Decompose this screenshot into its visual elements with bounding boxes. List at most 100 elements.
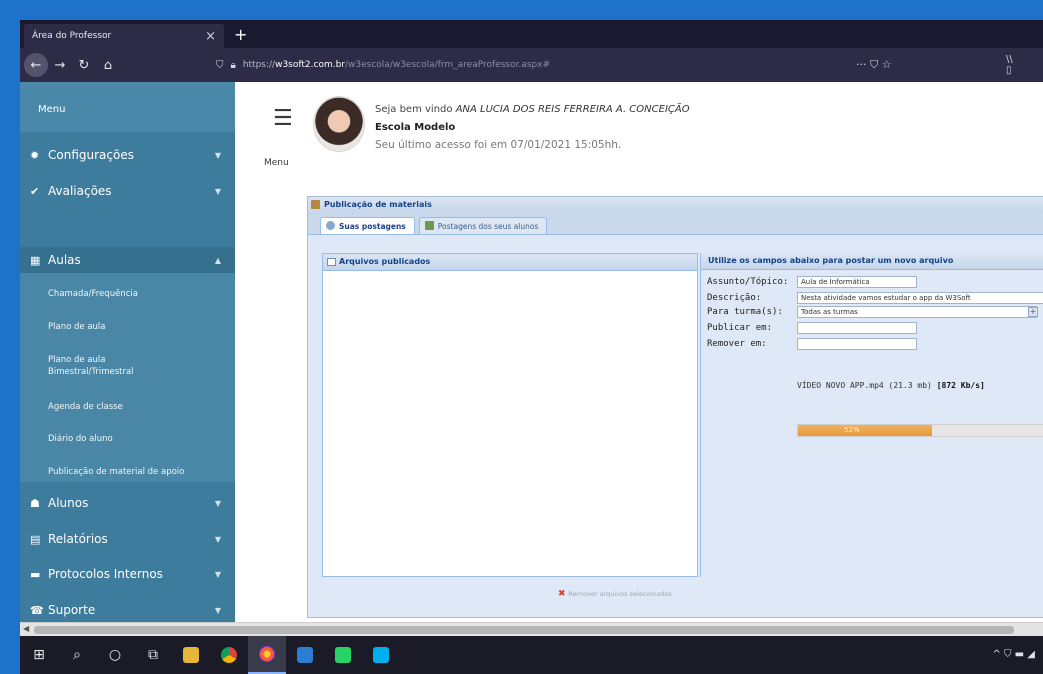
submenu-item-publicacao[interactable]: Publicação de material de apoio — [48, 466, 184, 478]
chevron-down-icon: ▼ — [214, 569, 221, 579]
tab-label: Postagens dos seus alunos — [437, 222, 539, 231]
sidebar-item-avaliacoes[interactable]: ✔ Avaliações ▼ — [20, 178, 235, 204]
materials-panel: Publicação de materiais Suas postagens P… — [307, 196, 1043, 618]
chevron-down-icon: ▼ — [214, 186, 221, 196]
page-actions-icon[interactable]: ··· ⛉ ☆ — [856, 58, 892, 72]
shield-icon: ⛉ — [216, 59, 224, 71]
home-icon[interactable]: ⌂ — [96, 53, 120, 77]
upload-progress-text: 52% — [844, 426, 860, 434]
sidebar-menu-title: Menu — [20, 82, 235, 132]
tab-close-icon[interactable]: × — [205, 29, 216, 44]
tab-label: Suas postagens — [339, 222, 406, 231]
tab-suas-postagens[interactable]: Suas postagens — [320, 217, 415, 234]
lock-icon: 🔒︎ — [230, 59, 236, 71]
sidebar-item-suporte[interactable]: ☎ Suporte ▼ — [20, 597, 235, 623]
sidebar-item-label: Suporte — [48, 603, 96, 617]
panel-title-text: Publicação de materiais — [324, 200, 432, 209]
select-all-checkbox[interactable] — [327, 258, 336, 266]
file-explorer-icon[interactable] — [172, 636, 210, 674]
add-icon[interactable]: + — [1028, 307, 1038, 317]
submenu-item-chamada[interactable]: Chamada/Frequência — [48, 288, 138, 300]
school-name: Escola Modelo — [375, 122, 456, 133]
gear-icon: ✹ — [30, 148, 40, 162]
main-content: ☰ Menu Seja bem vindo ANA LUCIA DOS REIS… — [235, 82, 1043, 642]
submenu-item-plano-bimestral[interactable]: Plano de aula Bimestral/Trimestral — [48, 354, 168, 378]
hamburger-menu-icon[interactable]: ☰ — [273, 106, 293, 131]
upload-progress-bar: 52% — [797, 424, 1043, 437]
publish-date-input[interactable] — [797, 322, 917, 334]
url-bar[interactable]: ⛉ 🔒︎ https:// w3soft2.com.br /w3escola/w… — [216, 53, 1016, 77]
submenu-item-agenda[interactable]: Agenda de classe — [48, 401, 123, 413]
horizontal-scrollbar[interactable]: ◀ — [20, 622, 1043, 636]
windows-taskbar: ⊞ ⌕ ○ ⧉ ^ ⛉ ▬ ◢ — [20, 636, 1043, 674]
published-files-list[interactable]: Arquivos publicados — [322, 253, 698, 577]
system-tray-icon[interactable]: ^ ⛉ ▬ ◢ — [992, 649, 1035, 660]
submenu-item-plano-de-aula[interactable]: Plano de aula — [48, 321, 105, 333]
firefox-icon[interactable] — [248, 636, 286, 674]
folder-icon — [311, 200, 320, 209]
publish-row: Publicar em: — [707, 321, 917, 335]
task-view-icon[interactable]: ⧉ — [134, 636, 172, 674]
delete-icon: ✖ — [558, 589, 566, 599]
check-icon: ✔ — [30, 184, 40, 198]
subject-label: Assunto/Tópico: — [707, 277, 789, 287]
url-prefix: https:// — [242, 60, 276, 70]
sidebar-item-alunos[interactable]: ☗ Alunos ▼ — [20, 490, 235, 516]
aulas-submenu: Chamada/Frequência Plano de aula Plano d… — [20, 273, 235, 482]
phone-app-icon[interactable] — [324, 636, 362, 674]
upload-progress-fill: 52% — [798, 425, 932, 436]
screen: Área do Professor × + ← → ↻ ⌂ ⛉ 🔒︎ https… — [20, 20, 1043, 674]
sidebar-item-label: Alunos — [48, 496, 89, 510]
chevron-down-icon: ▼ — [214, 498, 221, 508]
submenu-item-diario[interactable]: Diário do aluno — [48, 433, 113, 445]
forward-icon[interactable]: → — [48, 53, 72, 77]
upload-file-info: VÍDEO NOVO APP.mp4 (21.3 mb) [872 Kb/s] — [797, 381, 985, 390]
panel-tabs: Suas postagens Postagens dos seus alunos — [308, 214, 1043, 234]
publish-label: Publicar em: — [707, 323, 773, 333]
chat-icon: ▬ — [30, 567, 41, 581]
new-file-form: Utilize os campos abaixo para postar um … — [700, 253, 1043, 577]
sidebar-item-label: Relatórios — [48, 532, 108, 546]
avatar — [313, 96, 365, 152]
subject-input[interactable]: Aula de Informática — [797, 276, 917, 288]
sidebar-item-protocolos[interactable]: ▬ Protocolos Internos ▼ — [20, 561, 235, 587]
classes-row: Para turma(s): Todas as turmas + — [707, 305, 1038, 319]
classes-select[interactable]: Todas as turmas + — [797, 306, 1038, 318]
upload-file-name: VÍDEO NOVO APP.mp4 (21.3 mb) — [797, 381, 932, 390]
tab-postagens-alunos[interactable]: Postagens dos seus alunos — [418, 217, 548, 234]
app-icon[interactable] — [286, 636, 324, 674]
back-icon[interactable]: ← — [24, 53, 48, 77]
browser-tab[interactable]: Área do Professor × — [24, 24, 224, 48]
chevron-down-icon: ▼ — [214, 605, 221, 615]
scroll-left-icon[interactable]: ◀ — [23, 624, 29, 633]
url-path: /w3escola/w3escola/frm_areaProfessor.asp… — [345, 60, 551, 70]
library-icon[interactable]: \\ ▯ — [1006, 54, 1016, 76]
sidebar-item-configuracoes[interactable]: ✹ Configurações ▼ — [20, 142, 235, 168]
chevron-up-icon: ▲ — [214, 255, 221, 265]
windows-icon[interactable]: ⊞ — [20, 636, 58, 674]
sidebar-item-label: Configurações — [48, 148, 134, 162]
sidebar-item-aulas[interactable]: ▦ Aulas ▲ — [20, 247, 235, 273]
student-icon: ☗ — [30, 496, 40, 510]
tab-title: Área do Professor — [32, 31, 112, 41]
user-icon — [326, 221, 335, 230]
subject-row: Assunto/Tópico: Aula de Informática — [707, 275, 917, 289]
browser-nav-bar: ← → ↻ ⌂ ⛉ 🔒︎ https:// w3soft2.com.br /w3… — [20, 48, 1043, 82]
sidebar-item-label: Avaliações — [48, 184, 112, 198]
new-tab-icon[interactable]: + — [234, 25, 247, 44]
search-icon[interactable]: ⌕ — [58, 636, 96, 674]
chrome-icon[interactable] — [210, 636, 248, 674]
cortana-icon[interactable]: ○ — [96, 636, 134, 674]
reload-icon[interactable]: ↻ — [72, 53, 96, 77]
skype-icon[interactable] — [362, 636, 400, 674]
panel-title: Publicação de materiais — [308, 197, 1043, 214]
description-input[interactable]: Nesta atividade vamos estudar o app da W… — [797, 292, 1043, 304]
welcome-prefix: Seja bem vindo — [375, 104, 453, 115]
remove-date-input[interactable] — [797, 338, 917, 350]
remove-selected-button[interactable]: ✖ Remover arquivos selecionados — [558, 589, 672, 599]
welcome-text: Seja bem vindo ANA LUCIA DOS REIS FERREI… — [375, 104, 690, 115]
upload-speed: [872 Kb/s] — [936, 381, 985, 390]
scrollbar-thumb[interactable] — [34, 626, 1014, 634]
last-access-text: Seu último acesso foi em 07/01/2021 15:0… — [375, 139, 622, 151]
sidebar-item-relatorios[interactable]: ▤ Relatórios ▼ — [20, 526, 235, 552]
